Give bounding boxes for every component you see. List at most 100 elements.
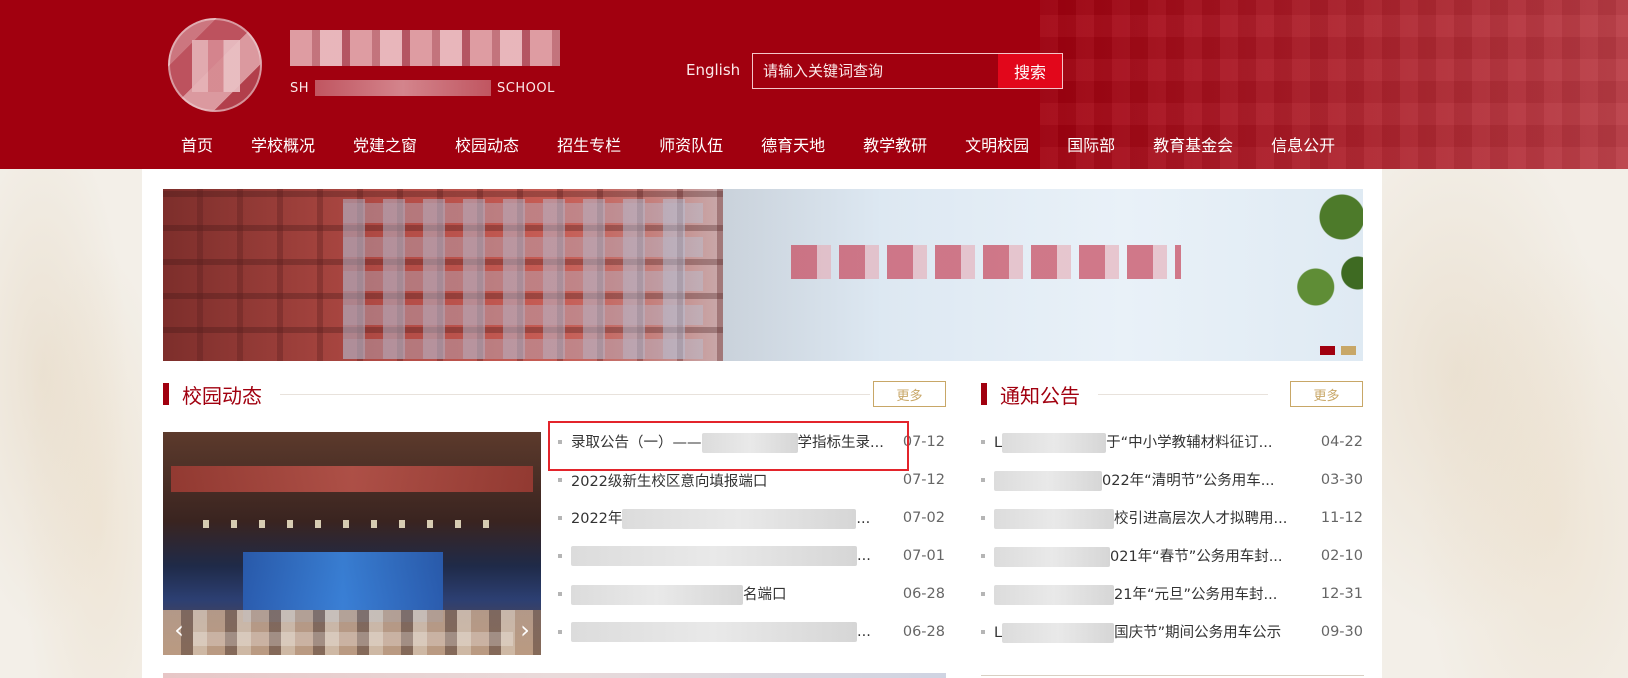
- news-title: 名端口: [571, 583, 787, 605]
- school-emblem-logo[interactable]: [168, 18, 262, 112]
- campus-news-title: 校园动态: [182, 383, 262, 408]
- bullet-icon: [981, 554, 985, 558]
- redacted-text: [1002, 623, 1115, 643]
- list-item[interactable]: L 于“中小学教辅材料征订... 04-22: [981, 430, 1363, 454]
- notices-list: L 于“中小学教辅材料征订... 04-22 022年“清明节”公务用车... 0…: [981, 430, 1363, 660]
- news-date: 06-28: [902, 624, 945, 640]
- list-item[interactable]: 21年“元旦”公务用车封... 12-31: [981, 582, 1363, 606]
- list-item[interactable]: 名端口 06-28: [558, 582, 945, 606]
- search-box: 搜索: [752, 53, 1063, 89]
- nav-item-foundation[interactable]: 教育基金会: [1134, 132, 1252, 156]
- bullet-icon: [981, 592, 985, 596]
- school-en-redacted: [315, 80, 492, 96]
- news-date: 06-28: [902, 586, 945, 602]
- redacted-text: [571, 546, 857, 566]
- school-en-right: SCHOOL: [497, 80, 555, 96]
- redacted-text: [994, 585, 1114, 605]
- bullet-icon: [981, 516, 985, 520]
- news-title: ...: [571, 546, 871, 566]
- nav-item-campus-news[interactable]: 校园动态: [436, 132, 538, 156]
- banner-slogan-redacted: [791, 245, 1181, 279]
- news-photo-carousel[interactable]: ‹ ›: [163, 432, 541, 655]
- list-item[interactable]: 022年“清明节”公务用车... 03-30: [981, 468, 1363, 492]
- list-item[interactable]: 2022级新生校区意向填报端口 07-12: [558, 468, 945, 492]
- redacted-text: [571, 585, 743, 605]
- site-header: SH SCHOOL English 搜索 首页 学校概况 党建之窗 校园动态 招…: [0, 0, 1628, 169]
- redacted-text: [622, 509, 857, 529]
- news-date: 07-12: [902, 472, 945, 488]
- redacted-text: [1002, 433, 1107, 453]
- nav-item-party[interactable]: 党建之窗: [334, 132, 436, 156]
- carousel-prev-icon[interactable]: ‹: [167, 618, 191, 642]
- news-date: 07-02: [902, 510, 945, 526]
- school-name-logo[interactable]: [290, 30, 560, 66]
- banner-dot-1[interactable]: [1320, 346, 1335, 355]
- background-decoration-left: [0, 169, 142, 678]
- notice-title: 校引进高层次人才拟聘用...: [994, 507, 1287, 529]
- redacted-text: [994, 471, 1102, 491]
- nav-item-international[interactable]: 国际部: [1048, 132, 1134, 156]
- notice-title: 21年“元旦”公务用车封...: [994, 583, 1277, 605]
- bullet-icon: [558, 440, 562, 444]
- nav-item-moral-education[interactable]: 德育天地: [742, 132, 844, 156]
- list-item[interactable]: ... 06-28: [558, 620, 945, 644]
- photo-stage-lights: [203, 520, 503, 528]
- section-marker: [981, 383, 987, 405]
- news-date: 07-12: [902, 434, 945, 450]
- notices-title: 通知公告: [1000, 383, 1080, 408]
- campus-news-more-button[interactable]: 更多: [873, 381, 946, 407]
- campus-news-list: 录取公告（一）—— 学指标生录... 07-12 2022级新生校区意向填报端口 …: [558, 430, 945, 660]
- bullet-icon: [558, 630, 562, 634]
- school-english-name: SH SCHOOL: [290, 79, 555, 97]
- redacted-text: [701, 433, 798, 453]
- nav-item-civilized-campus[interactable]: 文明校园: [946, 132, 1048, 156]
- english-link[interactable]: English: [686, 61, 740, 79]
- notice-title: L 于“中小学教辅材料征订...: [994, 433, 1273, 453]
- emblem-inner: [192, 40, 240, 92]
- list-item[interactable]: L 国庆节”期间公务用车公示 09-30: [981, 620, 1363, 644]
- news-date: 07-01: [902, 548, 945, 564]
- list-item[interactable]: 021年“春节”公务用车封... 02-10: [981, 544, 1363, 568]
- photo-banner-redacted: [171, 466, 533, 492]
- section-divider: [1098, 394, 1268, 395]
- redacted-text: [994, 547, 1110, 567]
- list-item[interactable]: 校引进高层次人才拟聘用... 11-12: [981, 506, 1363, 530]
- news-title: 录取公告（一）—— 学指标生录...: [571, 433, 884, 453]
- photo-caption-redacted: [193, 632, 513, 646]
- notice-date: 02-10: [1320, 548, 1363, 564]
- nav-item-teaching[interactable]: 教学教研: [844, 132, 946, 156]
- carousel-next-icon[interactable]: ›: [513, 618, 537, 642]
- redacted-text: [994, 509, 1114, 529]
- nav-item-disclosure[interactable]: 信息公开: [1252, 132, 1354, 156]
- notice-date: 04-22: [1320, 434, 1363, 450]
- banner-pagination: [1320, 346, 1356, 355]
- nav-item-admissions[interactable]: 招生专栏: [538, 132, 640, 156]
- notice-date: 09-30: [1320, 624, 1363, 640]
- nav-item-home[interactable]: 首页: [162, 132, 232, 156]
- notice-date: 12-31: [1320, 586, 1363, 602]
- search-button[interactable]: 搜索: [998, 54, 1062, 88]
- list-item[interactable]: 录取公告（一）—— 学指标生录... 07-12: [558, 430, 945, 454]
- bullet-icon: [558, 592, 562, 596]
- hero-banner[interactable]: [163, 189, 1363, 361]
- notice-title: 022年“清明节”公务用车...: [994, 469, 1275, 491]
- banner-dot-2[interactable]: [1341, 346, 1356, 355]
- notices-more-button[interactable]: 更多: [1290, 381, 1363, 407]
- bullet-icon: [558, 516, 562, 520]
- nav-item-faculty[interactable]: 师资队伍: [640, 132, 742, 156]
- bullet-icon: [558, 478, 562, 482]
- banner-windows: [343, 199, 703, 359]
- nav-item-about[interactable]: 学校概况: [232, 132, 334, 156]
- banner-leaves: [1258, 189, 1363, 329]
- bullet-icon: [981, 630, 985, 634]
- background-decoration-right: [1382, 169, 1628, 678]
- list-item[interactable]: ... 07-01: [558, 544, 945, 568]
- next-section-preview: [163, 673, 946, 678]
- search-input[interactable]: [753, 54, 998, 88]
- section-divider: [280, 394, 870, 395]
- bullet-icon: [558, 554, 562, 558]
- redacted-text: [571, 622, 857, 642]
- list-item[interactable]: 2022年... 07-02: [558, 506, 945, 530]
- notice-date: 03-30: [1320, 472, 1363, 488]
- news-title: 2022年...: [571, 509, 871, 529]
